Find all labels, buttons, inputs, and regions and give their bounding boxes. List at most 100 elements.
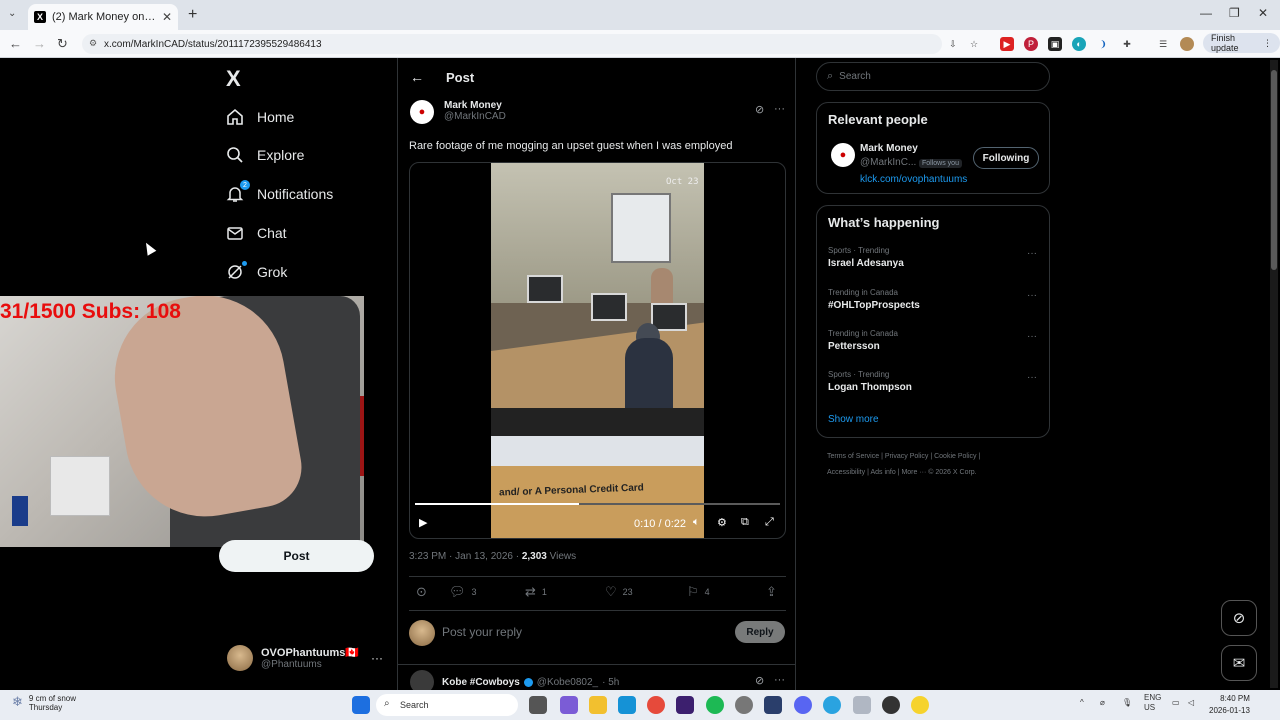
back-arrow-icon[interactable]: ←: [410, 69, 424, 85]
trend-more-icon[interactable]: ···: [1027, 331, 1037, 342]
tab-search-icon[interactable]: ⌄: [8, 8, 16, 19]
video-progress-bar[interactable]: [415, 503, 780, 505]
author-handle[interactable]: @MarkInCAD: [444, 111, 506, 122]
forward-icon[interactable]: →: [33, 36, 46, 51]
reply-button[interactable]: Reply: [735, 621, 785, 643]
nav-explore[interactable]: Explore: [226, 143, 304, 167]
browser-tab[interactable]: X (2) Mark Money on X: "Rare fo ✕: [28, 4, 178, 30]
trend-item[interactable]: Sports · Trending Israel Adesanya: [828, 246, 904, 269]
install-icon[interactable]: ⇩: [946, 37, 960, 51]
reply-more-icon[interactable]: ···: [774, 674, 785, 686]
post-button[interactable]: Post: [219, 540, 374, 572]
view-analytics-button[interactable]: ⊙: [416, 584, 433, 600]
profile-avatar-icon[interactable]: [1180, 37, 1194, 51]
account-more-icon[interactable]: ···: [371, 651, 383, 665]
footer-links-line2[interactable]: Accessibility | Ads info | More ··· © 20…: [827, 469, 977, 476]
app-dark-icon[interactable]: [764, 696, 782, 714]
grok-explain-icon[interactable]: ⊘: [755, 674, 764, 687]
page-scrollbar[interactable]: [1270, 60, 1278, 688]
file-explorer-icon[interactable]: [589, 696, 607, 714]
language-indicator[interactable]: ENG US: [1144, 693, 1161, 713]
snipping-tool-icon[interactable]: [853, 696, 871, 714]
trend-more-icon[interactable]: ···: [1027, 372, 1037, 383]
author-name[interactable]: Mark Money: [444, 100, 506, 111]
reply-input[interactable]: Post your reply: [442, 625, 522, 639]
browser-menu-icon[interactable]: ⋮: [1263, 38, 1272, 49]
copilot-icon[interactable]: [560, 696, 578, 714]
tray-volume-icon[interactable]: ◁: [1188, 698, 1194, 707]
trend-more-icon[interactable]: ···: [1027, 290, 1037, 301]
following-button[interactable]: Following: [973, 147, 1039, 169]
picture-in-picture-icon[interactable]: ⧉: [741, 516, 749, 529]
new-tab-icon[interactable]: +: [188, 6, 197, 24]
maximize-icon[interactable]: ❐: [1229, 6, 1240, 20]
nav-chat[interactable]: Chat: [226, 221, 287, 245]
url-field[interactable]: ⚙ x.com/MarkInCAD/status/201117239552948…: [82, 34, 942, 54]
reply-action[interactable]: 💬︎ 3: [449, 584, 477, 600]
repost-action[interactable]: ⇄ 1: [525, 584, 547, 600]
relevant-avatar[interactable]: ●: [831, 143, 855, 167]
bookmark-action[interactable]: ⚐ 4: [687, 584, 710, 600]
close-tab-icon[interactable]: ✕: [162, 10, 172, 24]
footer-links-line1[interactable]: Terms of Service | Privacy Policy | Cook…: [827, 453, 980, 460]
grok-fab-button[interactable]: ⊘: [1221, 600, 1257, 636]
trend-item[interactable]: Trending in Canada Pettersson: [828, 329, 898, 352]
relevant-link[interactable]: klck.com/ovophantuums: [860, 174, 967, 185]
tray-display-icon[interactable]: ▭: [1172, 698, 1180, 707]
show-more-link[interactable]: Show more: [828, 414, 879, 425]
finish-update-button[interactable]: Finish update ⋮: [1203, 33, 1280, 53]
system-clock[interactable]: 8:40 PM 2026-01-13: [1209, 693, 1250, 717]
telegram-icon[interactable]: [823, 696, 841, 714]
extension-wave-icon[interactable]: ❩: [1096, 37, 1110, 51]
trend-item[interactable]: Sports · Trending Logan Thompson: [828, 370, 912, 393]
reload-icon[interactable]: ↻: [57, 36, 68, 52]
extension-teal-icon[interactable]: ◐: [1072, 37, 1086, 51]
close-window-icon[interactable]: ✕: [1258, 6, 1268, 20]
app-purple-icon[interactable]: [676, 696, 694, 714]
relevant-handle[interactable]: @MarkInC...: [860, 157, 916, 168]
tray-mic-icon[interactable]: 🎙︎: [1122, 698, 1132, 707]
settings-icon[interactable]: [735, 696, 753, 714]
messages-fab-button[interactable]: ✉: [1221, 645, 1257, 681]
settings-gear-icon[interactable]: ⚙: [717, 516, 727, 529]
site-info-icon[interactable]: ⚙: [89, 38, 97, 49]
post-timestamp[interactable]: 3:23 PM · Jan 13, 2026 ·: [409, 551, 522, 562]
play-icon[interactable]: ▶: [419, 516, 427, 529]
spotify-icon[interactable]: [706, 696, 724, 714]
back-icon[interactable]: ←: [9, 36, 22, 51]
like-action[interactable]: ♡ 23: [605, 584, 633, 600]
trend-item[interactable]: Trending in Canada #OHLTopProspects: [828, 288, 920, 311]
post-author[interactable]: ● Mark Money @MarkInCAD: [410, 100, 506, 124]
volume-icon[interactable]: 🔈︎: [693, 516, 700, 529]
grok-explain-icon[interactable]: ⊘: [755, 103, 764, 116]
app-yellow-icon[interactable]: [911, 696, 929, 714]
minimize-icon[interactable]: —: [1200, 6, 1212, 20]
reply-author-name[interactable]: Kobe #Cowboys: [442, 677, 520, 688]
trend-more-icon[interactable]: ···: [1027, 248, 1037, 259]
fullscreen-icon[interactable]: ⤢: [765, 516, 774, 529]
extension-pinterest-icon[interactable]: P: [1024, 37, 1038, 51]
chrome-icon[interactable]: [647, 696, 665, 714]
search-input[interactable]: ⌕ Search: [816, 62, 1050, 91]
tray-network-icon[interactable]: ⌀: [1100, 698, 1105, 707]
discord-icon[interactable]: [794, 696, 812, 714]
taskbar-search[interactable]: ⌕ Search: [376, 694, 518, 716]
start-windows-icon[interactable]: [352, 696, 370, 714]
reply-author-handle[interactable]: @Kobe0802_: [537, 677, 598, 688]
bookmark-star-icon[interactable]: ☆: [967, 37, 981, 51]
nav-home[interactable]: Home: [226, 105, 294, 129]
post-more-icon[interactable]: ···: [774, 103, 785, 115]
task-view-icon[interactable]: [529, 696, 547, 714]
tray-chevron-icon[interactable]: ^: [1080, 698, 1084, 707]
share-action[interactable]: ⇪: [766, 584, 783, 600]
edge-icon[interactable]: [618, 696, 636, 714]
x-logo[interactable]: X: [226, 66, 241, 92]
video-player[interactable]: and/ or A Personal Credit Card Oct 23 ▶ …: [409, 162, 786, 539]
obs-icon[interactable]: [882, 696, 900, 714]
nav-notifications[interactable]: 2 Notifications: [226, 180, 333, 206]
extension-dark-icon[interactable]: ▣: [1048, 37, 1062, 51]
account-switcher[interactable]: OVOPhantuums🇨🇦 @Phantuums ···: [227, 645, 383, 671]
author-avatar[interactable]: ●: [410, 100, 434, 124]
nav-grok[interactable]: Grok: [226, 260, 287, 284]
scrollbar-thumb[interactable]: [1271, 70, 1277, 270]
